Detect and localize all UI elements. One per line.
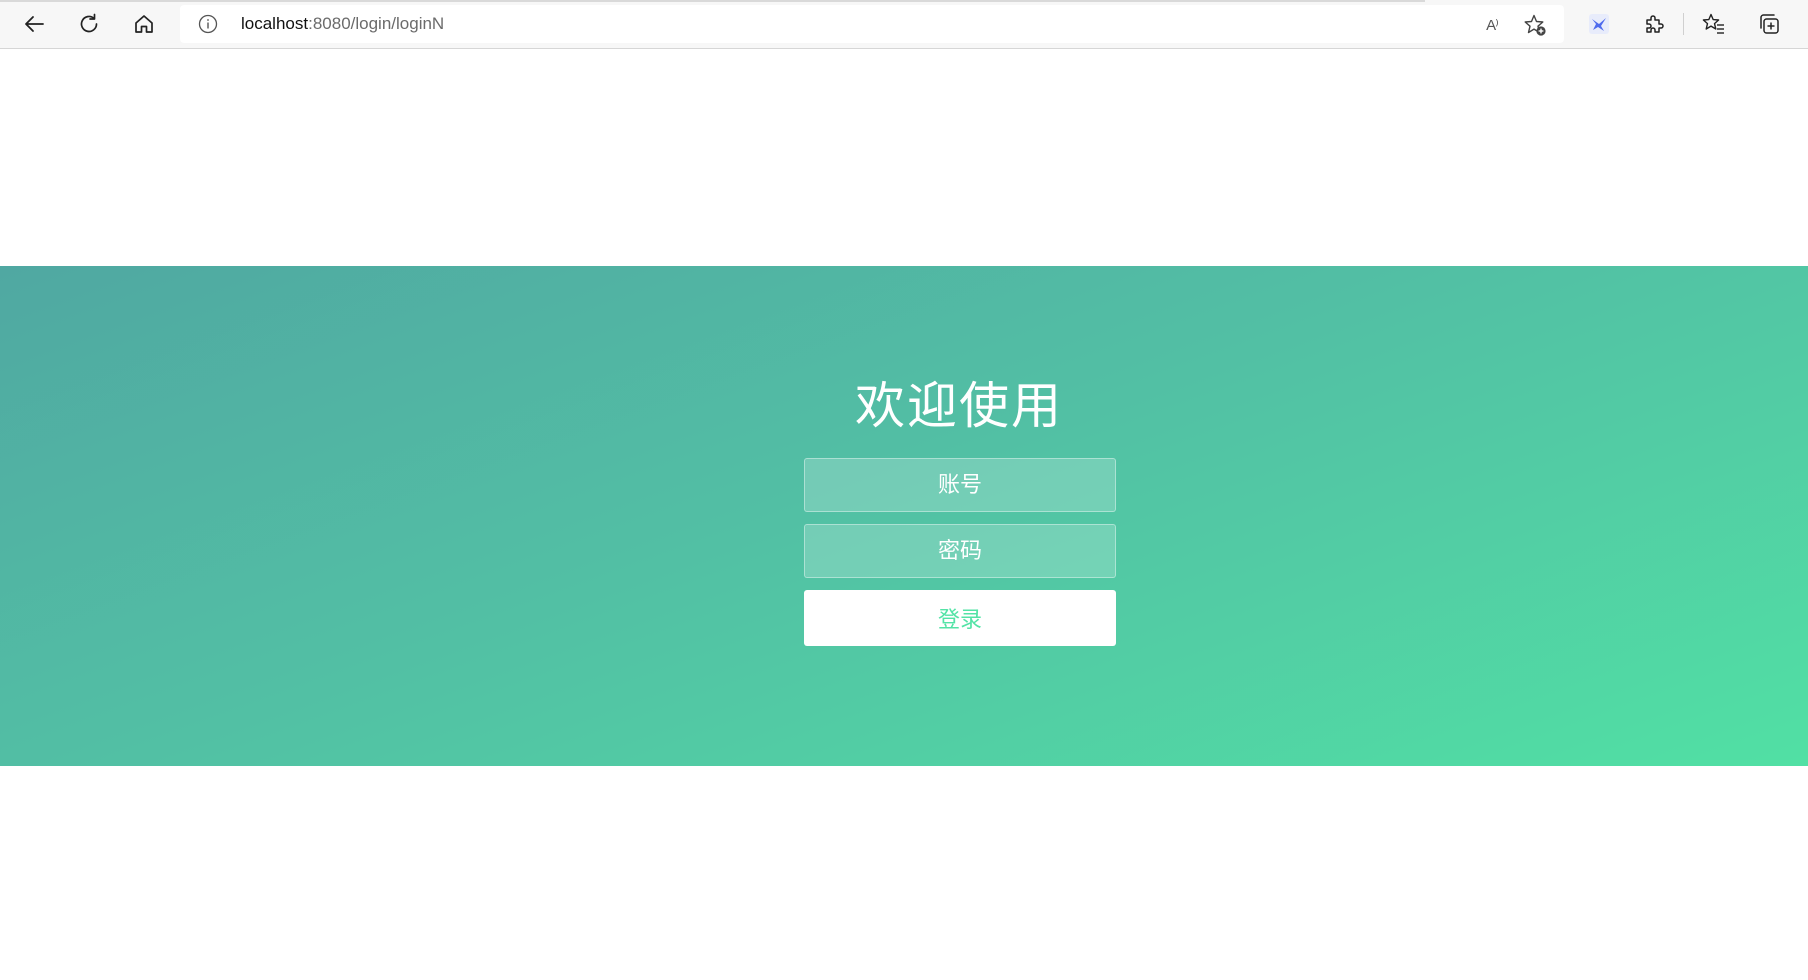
add-favorite-icon[interactable]: [1523, 13, 1547, 37]
page-content: 欢迎使用 登录 CSDN @-logleeU: [0, 50, 1808, 980]
url-text[interactable]: localhost:8080/login/loginN: [241, 5, 444, 43]
url-host: localhost: [241, 14, 309, 33]
puzzle-icon: [1646, 15, 1664, 33]
extensions-button[interactable]: [1636, 6, 1672, 42]
extension-bird-icon: [1589, 14, 1609, 34]
extension-bird-button[interactable]: [1581, 6, 1617, 42]
read-aloud-icon[interactable]: A⁾: [1480, 13, 1504, 37]
username-input[interactable]: [804, 458, 1116, 512]
collections-button[interactable]: [1751, 6, 1787, 42]
password-input[interactable]: [804, 524, 1116, 578]
watermark: CSDN @-logleeU: [1699, 966, 1794, 980]
login-form: 登录: [804, 458, 1116, 646]
refresh-icon: [80, 13, 98, 33]
page-load-bar: [0, 0, 1425, 2]
url-path: :8080/login/loginN: [308, 14, 445, 33]
login-background: 欢迎使用 登录 CSDN @-logleeU: [0, 266, 1808, 980]
home-icon: [135, 15, 153, 33]
welcome-title: 欢迎使用: [855, 377, 1063, 435]
back-button[interactable]: [16, 6, 52, 42]
back-arrow-icon: [25, 16, 44, 32]
read-aloud-label: A⁾: [1486, 17, 1499, 34]
address-bar[interactable]: localhost:8080/login/loginN A⁾: [180, 5, 1564, 43]
browser-toolbar: localhost:8080/login/loginN A⁾: [0, 0, 1808, 49]
refresh-button[interactable]: [71, 6, 107, 42]
login-button[interactable]: 登录: [804, 590, 1116, 646]
favorites-icon: [1702, 13, 1724, 34]
home-button[interactable]: [126, 6, 162, 42]
favorites-button[interactable]: [1696, 6, 1732, 42]
collections-icon: [1760, 14, 1779, 34]
info-icon[interactable]: [198, 14, 218, 34]
toolbar-divider: [1683, 13, 1684, 35]
